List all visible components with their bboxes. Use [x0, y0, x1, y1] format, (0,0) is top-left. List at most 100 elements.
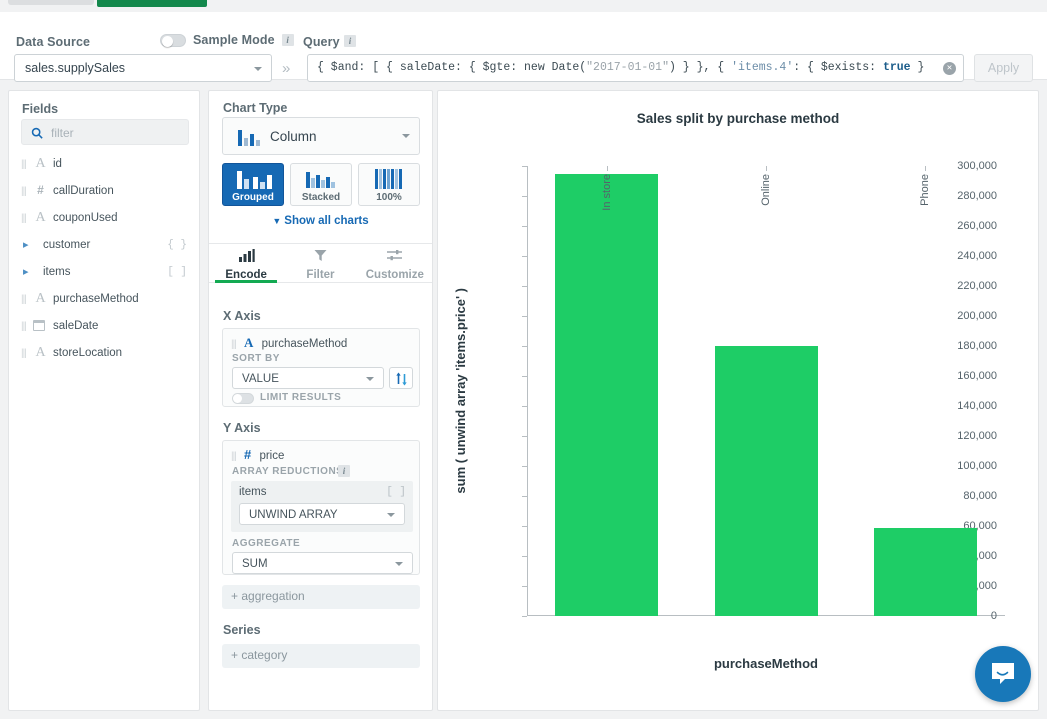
tab-label: Encode [209, 269, 283, 281]
y-tick [522, 526, 527, 527]
x-tick [766, 166, 767, 171]
data-source-value: sales.supplySales [25, 61, 125, 75]
chevron-down-icon: ▼ [272, 216, 281, 226]
bar-in-store[interactable] [555, 174, 658, 617]
field-label: customer [43, 239, 90, 251]
plot-area: 020,00040,00060,00080,000100,000120,0001… [527, 166, 1005, 616]
drag-handle-icon[interactable]: ||| [21, 348, 28, 358]
y-tick [522, 376, 527, 377]
add-category-button[interactable]: + category [222, 644, 420, 668]
text-field-icon: A [33, 210, 48, 226]
tab-encode[interactable]: Encode [209, 244, 283, 282]
text-field-icon: A [33, 291, 48, 307]
array-reductions-info-icon[interactable]: i [338, 465, 350, 477]
x-axis-label: purchaseMethod [527, 656, 1005, 671]
sort-by-label: SORT BY [232, 353, 280, 364]
x-axis-field-chip[interactable]: ||| A purchaseMethod [231, 335, 347, 351]
percent-bars-icon [374, 169, 406, 194]
tab-label: Customize [358, 269, 432, 281]
text-field-icon: A [33, 345, 48, 361]
y-tick-label: 240,000 [957, 250, 997, 262]
expand-query-icon[interactable]: » [282, 60, 290, 77]
active-tab[interactable] [97, 0, 207, 7]
chevron-down-icon [366, 377, 374, 381]
field-label: storeLocation [53, 347, 122, 359]
chart-type-title: Chart Type [223, 101, 287, 115]
query-toolbar: Data Source Sample Mode i Query i sales.… [0, 12, 1047, 80]
field-item-purchasemethod[interactable]: ||| A purchaseMethod [21, 289, 191, 312]
series-title: Series [223, 623, 261, 637]
y-tick-label: 260,000 [957, 220, 997, 232]
field-label: items [43, 266, 70, 278]
sample-mode-toggle[interactable] [160, 34, 186, 47]
field-item-customer[interactable]: ▸ customer { } [21, 235, 191, 258]
drag-handle-icon[interactable]: ||| [21, 159, 28, 169]
sort-by-select[interactable]: VALUE [232, 367, 384, 389]
chevron-right-icon[interactable]: ▸ [23, 265, 29, 278]
y-axis-field-label: price [259, 450, 284, 462]
apply-button[interactable]: Apply [974, 54, 1033, 82]
app-root: Data Source Sample Mode i Query i sales.… [0, 0, 1047, 719]
y-tick-label: 200,000 [957, 310, 997, 322]
array-type-icon: [ ] [167, 266, 187, 278]
drag-handle-icon[interactable]: ||| [21, 186, 28, 196]
calendar-icon [33, 320, 45, 331]
clear-query-icon[interactable]: ✕ [943, 62, 956, 75]
y-axis-card: ||| # price ARRAY REDUCTIONS i items [ ]… [222, 440, 420, 575]
chart-type-value: Column [270, 129, 317, 144]
add-aggregation-button[interactable]: + aggregation [222, 585, 420, 609]
query-input[interactable]: { $and: [ { saleDate: { $gte: new Date("… [307, 54, 964, 82]
y-tick-label: 120,000 [957, 430, 997, 442]
browser-tab-strip [0, 0, 1047, 12]
fields-filter-input[interactable]: filter [21, 119, 189, 145]
chart-type-select[interactable]: Column [222, 117, 420, 155]
array-reduction-row: items [ ] UNWIND ARRAY [231, 481, 413, 532]
sample-mode-group[interactable]: Sample Mode i [160, 33, 294, 47]
field-item-id[interactable]: ||| A id [21, 154, 191, 177]
y-tick-label: 100,000 [957, 460, 997, 472]
field-item-items[interactable]: ▸ items [ ] [21, 262, 191, 285]
tab-customize[interactable]: Customize [358, 244, 432, 282]
bar-online[interactable] [715, 346, 818, 616]
y-axis-field-chip[interactable]: ||| # price [231, 447, 284, 462]
reduction-select[interactable]: UNWIND ARRAY [239, 503, 405, 525]
object-type-icon: { } [167, 239, 187, 251]
y-tick [522, 166, 527, 167]
chart-variant-stacked[interactable]: Stacked [290, 163, 352, 206]
chart-variant-grouped[interactable]: Grouped [222, 163, 284, 206]
chevron-right-icon[interactable]: ▸ [23, 238, 29, 251]
field-item-callduration[interactable]: ||| # callDuration [21, 181, 191, 204]
drag-handle-icon[interactable]: ||| [21, 213, 28, 223]
show-all-charts-button[interactable]: ▼Show all charts [209, 215, 432, 227]
bar-phone[interactable] [874, 528, 977, 617]
sample-mode-info-icon[interactable]: i [282, 34, 294, 46]
y-tick [522, 256, 527, 257]
y-tick [522, 496, 527, 497]
data-source-select[interactable]: sales.supplySales [14, 54, 272, 82]
field-item-saledate[interactable]: ||| saleDate [21, 316, 191, 339]
aggregate-select[interactable]: SUM [232, 552, 413, 574]
fields-title: Fields [22, 102, 58, 116]
x-tick-label: Phone [919, 174, 931, 206]
query-text-p1: { $and: [ { saleDate: { $gte: new Date( [317, 61, 586, 74]
query-info-icon[interactable]: i [344, 35, 356, 47]
field-item-couponused[interactable]: ||| A couponUsed [21, 208, 191, 231]
y-axis-line [527, 166, 528, 616]
tab-filter[interactable]: Filter [283, 244, 357, 282]
y-tick [522, 226, 527, 227]
chart-variant-100pct[interactable]: 100% [358, 163, 420, 206]
drag-handle-icon[interactable]: ||| [21, 321, 28, 331]
sort-direction-icon [395, 372, 409, 391]
inactive-tab[interactable] [8, 0, 94, 5]
limit-results-toggle[interactable] [232, 393, 254, 404]
drag-handle-icon[interactable]: ||| [21, 294, 28, 304]
chevron-down-icon [254, 67, 262, 71]
y-tick-label: 140,000 [957, 400, 997, 412]
y-tick [522, 556, 527, 557]
chat-bubble-button[interactable] [975, 646, 1031, 702]
sort-direction-button[interactable] [389, 367, 413, 389]
data-source-label: Data Source [16, 35, 90, 49]
field-item-storelocation[interactable]: ||| A storeLocation [21, 343, 191, 366]
x-axis-card: ||| A purchaseMethod SORT BY VALUE [222, 328, 420, 407]
y-axis-label: sum ( unwind array 'items.price' ) [452, 166, 468, 616]
